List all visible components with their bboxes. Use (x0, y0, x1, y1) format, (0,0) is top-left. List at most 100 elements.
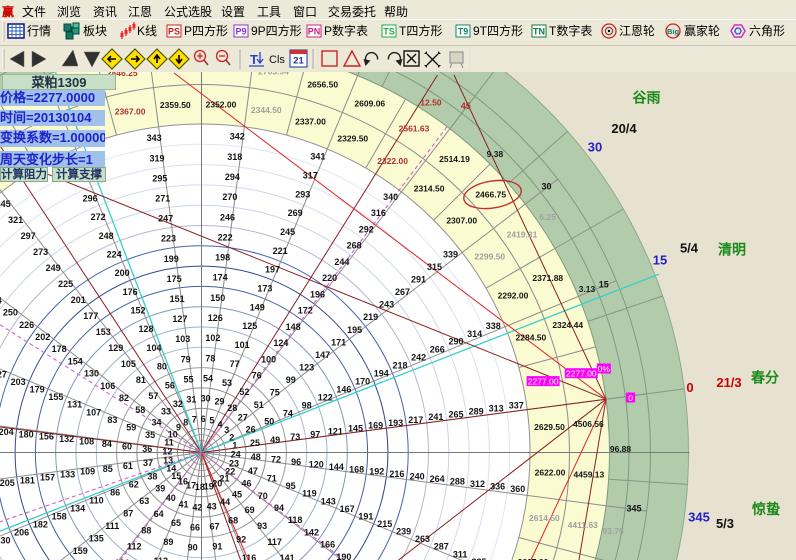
svg-text:41: 41 (178, 499, 188, 509)
svg-text:294: 294 (225, 172, 240, 182)
svg-text:295: 295 (152, 173, 167, 183)
svg-text:345: 345 (688, 510, 710, 525)
svg-text:101: 101 (235, 340, 250, 350)
svg-text:342: 342 (230, 132, 245, 142)
svg-text:26: 26 (246, 424, 256, 434)
svg-text:180: 180 (19, 429, 34, 439)
svg-text:221: 221 (273, 246, 288, 256)
svg-text:311: 311 (453, 549, 468, 559)
svg-text:119: 119 (302, 489, 317, 499)
svg-text:81: 81 (136, 375, 146, 385)
svg-text:5/4: 5/4 (680, 241, 699, 256)
svg-text:惊蛰: 惊蛰 (751, 501, 780, 517)
svg-text:190: 190 (336, 552, 351, 560)
svg-text:PS: PS (168, 27, 180, 37)
svg-text:75: 75 (270, 387, 280, 397)
svg-text:343: 343 (147, 133, 162, 143)
svg-text:141: 141 (280, 553, 295, 560)
svg-text:50: 50 (264, 416, 274, 426)
svg-text:25: 25 (250, 438, 260, 448)
svg-text:265: 265 (448, 409, 463, 419)
svg-text:321: 321 (8, 215, 23, 225)
svg-text:176: 176 (123, 287, 138, 297)
svg-text:82: 82 (119, 393, 129, 403)
svg-text:31: 31 (186, 395, 196, 405)
svg-text:P数字表: P数字表 (324, 23, 368, 38)
svg-text:341: 341 (310, 152, 325, 162)
svg-text:2561.63: 2561.63 (399, 123, 430, 133)
svg-text:63: 63 (139, 496, 149, 506)
svg-text:0%: 0% (598, 364, 611, 374)
svg-text:239: 239 (396, 527, 411, 537)
svg-text:246: 246 (220, 212, 235, 222)
svg-text:195: 195 (347, 325, 362, 335)
svg-text:244: 244 (334, 257, 349, 267)
svg-text:110: 110 (89, 496, 104, 506)
svg-text:2299.50: 2299.50 (474, 251, 505, 261)
svg-text:2622.00: 2622.00 (535, 468, 566, 478)
svg-text:132: 132 (59, 434, 74, 444)
svg-text:9P四方形: 9P四方形 (251, 23, 302, 38)
svg-text:94: 94 (274, 503, 284, 513)
svg-text:337: 337 (509, 401, 524, 411)
svg-text:167: 167 (340, 504, 355, 514)
svg-text:289: 289 (469, 406, 484, 416)
svg-text:4459.13: 4459.13 (574, 470, 605, 480)
svg-text:159: 159 (73, 546, 88, 556)
svg-text:95: 95 (286, 481, 296, 491)
svg-text:116: 116 (242, 553, 257, 560)
svg-text:224: 224 (107, 250, 122, 260)
svg-text:168: 168 (349, 464, 364, 474)
svg-text:2277.00: 2277.00 (528, 377, 559, 387)
svg-text:42: 42 (192, 502, 202, 512)
svg-text:312: 312 (470, 479, 485, 489)
svg-text:2371.88: 2371.88 (532, 273, 563, 283)
svg-text:43: 43 (207, 502, 217, 512)
svg-text:222: 222 (218, 232, 233, 242)
svg-text:春分: 春分 (750, 370, 779, 386)
svg-text:313: 313 (489, 404, 504, 414)
svg-text:46: 46 (241, 479, 251, 489)
svg-text:149: 149 (250, 302, 265, 312)
svg-text:2703.94: 2703.94 (258, 72, 289, 77)
svg-text:3: 3 (224, 425, 229, 435)
svg-text:154: 154 (68, 356, 83, 366)
svg-text:144: 144 (329, 462, 344, 472)
svg-text:230: 230 (0, 535, 11, 545)
svg-text:111: 111 (105, 521, 119, 531)
svg-text:179: 179 (30, 385, 45, 395)
svg-text:191: 191 (358, 511, 373, 521)
svg-text:291: 291 (411, 275, 426, 285)
svg-text:66: 66 (190, 523, 200, 533)
svg-text:134: 134 (70, 504, 85, 514)
svg-text:62: 62 (129, 480, 139, 490)
svg-text:44: 44 (220, 497, 230, 507)
svg-text:121: 121 (328, 426, 343, 436)
svg-text:45: 45 (232, 489, 242, 499)
svg-text:133: 133 (60, 470, 75, 480)
svg-text:170: 170 (355, 377, 370, 387)
svg-text:Cls: Cls (269, 54, 285, 66)
svg-text:314: 314 (467, 329, 482, 339)
svg-text:157: 157 (40, 472, 55, 482)
svg-text:TN: TN (533, 27, 545, 37)
svg-text:269: 269 (288, 208, 303, 218)
svg-text:76: 76 (252, 371, 262, 381)
svg-text:5: 5 (209, 416, 214, 426)
svg-text:151: 151 (170, 294, 185, 304)
svg-text:2656.50: 2656.50 (307, 79, 338, 89)
svg-text:20/4: 20/4 (611, 121, 637, 136)
svg-text:9.38: 9.38 (487, 149, 504, 159)
svg-text:73: 73 (290, 432, 300, 442)
svg-text:109: 109 (80, 467, 95, 477)
svg-text:112: 112 (127, 542, 142, 552)
svg-text:345: 345 (626, 503, 641, 513)
svg-text:74: 74 (283, 408, 293, 418)
svg-text:2352.00: 2352.00 (206, 100, 237, 110)
svg-text:4: 4 (217, 419, 222, 429)
svg-text:150: 150 (210, 293, 225, 303)
svg-text:153: 153 (96, 327, 111, 337)
svg-text:128: 128 (138, 324, 153, 334)
svg-text:155: 155 (48, 392, 63, 402)
svg-text:3.13: 3.13 (579, 284, 596, 294)
